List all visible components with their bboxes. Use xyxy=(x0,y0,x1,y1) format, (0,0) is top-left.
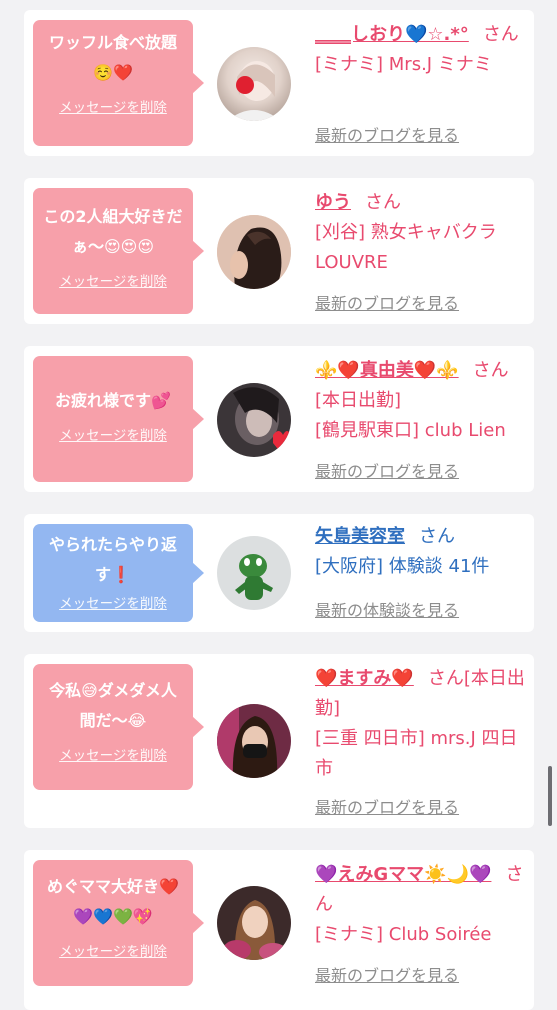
list-item: お疲れ様です💕 メッセージを削除 ⚜️❤️真由美❤️⚜️ さん[本日出勤] [鶴見… xyxy=(24,346,534,492)
list-item: めぐママ大好き❤️💜💙💚💖 メッセージを削除 💜えみGママ☀️🌙💜 さん [ミナミ… xyxy=(24,850,534,1010)
message-text: めぐママ大好き❤️💜💙💚💖 xyxy=(47,877,179,926)
shop-detail: [刈谷] 熟女キャバクラ LOUVRE xyxy=(315,222,497,273)
user-name-link[interactable]: 💜えみGママ☀️🌙💜 xyxy=(315,864,491,885)
user-info: ⚜️❤️真由美❤️⚜️ さん[本日出勤] [鶴見駅東口] club Lien xyxy=(315,356,527,446)
avatar[interactable] xyxy=(217,383,291,457)
message-text: この2人組大好きだぁ〜😍😍😍 xyxy=(43,207,183,256)
shop-detail: [鶴見駅東口] club Lien xyxy=(315,420,506,441)
user-name-link[interactable]: ❤️ますみ❤️ xyxy=(315,668,414,689)
delete-message-link[interactable]: メッセージを削除 xyxy=(59,424,167,444)
honorific: さん xyxy=(482,24,519,45)
scrollbar[interactable] xyxy=(548,766,552,826)
message-bubble: ワッフル食べ放題☺️❤️ メッセージを削除 xyxy=(33,20,204,146)
message-bubble: お疲れ様です💕 メッセージを削除 xyxy=(33,356,204,482)
delete-message-link[interactable]: メッセージを削除 xyxy=(59,592,167,612)
delete-message-link[interactable]: メッセージを削除 xyxy=(59,96,167,116)
avatar[interactable] xyxy=(217,47,291,121)
message-bubble: やられたらやり返す❗️ メッセージを削除 xyxy=(33,524,204,622)
message-text: お疲れ様です💕 xyxy=(55,391,171,410)
avatar[interactable] xyxy=(217,886,291,960)
message-bubble: この2人組大好きだぁ〜😍😍😍 メッセージを削除 xyxy=(33,188,204,314)
avatar[interactable] xyxy=(217,704,291,778)
message-bubble: 今私😅ダメダメ人間だ〜😂 メッセージを削除 xyxy=(33,664,204,790)
message-text: やられたらやり返す❗️ xyxy=(48,535,177,584)
latest-blog-link[interactable]: 最新のブログを見る xyxy=(315,290,459,314)
shop-detail: [大阪府] 体験談 41件 xyxy=(315,556,490,577)
list-item: 今私😅ダメダメ人間だ〜😂 メッセージを削除 ❤️ますみ❤️ さん[本日出勤] [三… xyxy=(24,654,534,828)
user-name-link[interactable]: 矢島美容室 xyxy=(315,526,405,547)
user-info: ❤️ますみ❤️ さん[本日出勤] [三重 四日市] mrs.J 四日市 xyxy=(315,664,527,784)
latest-blog-link[interactable]: 最新のブログを見る xyxy=(315,458,459,482)
latest-blog-link[interactable]: 最新のブログを見る xyxy=(315,794,459,818)
avatar[interactable] xyxy=(217,536,291,610)
delete-message-link[interactable]: メッセージを削除 xyxy=(59,940,167,960)
user-info: ‗‗‗‗しおり💙☆.*° さん [ミナミ] Mrs.J ミナミ xyxy=(315,20,527,80)
delete-message-link[interactable]: メッセージを削除 xyxy=(59,744,167,764)
shop-detail: [三重 四日市] mrs.J 四日市 xyxy=(315,728,518,779)
shop-detail: [ミナミ] Club Soirée xyxy=(315,924,492,945)
user-info: ゆう さん [刈谷] 熟女キャバクラ LOUVRE xyxy=(315,188,527,278)
user-name-link[interactable]: ‗‗‗‗しおり💙☆.*° xyxy=(315,24,469,45)
shop-detail: [ミナミ] Mrs.J ミナミ xyxy=(315,54,492,75)
list-item: この2人組大好きだぁ〜😍😍😍 メッセージを削除 ゆう さん [刈谷] 熟女キャバク… xyxy=(24,178,534,324)
list-item: ワッフル食べ放題☺️❤️ メッセージを削除 ‗‗‗‗しおり� xyxy=(24,10,534,156)
user-info: 矢島美容室 さん [大阪府] 体験談 41件 xyxy=(315,522,527,582)
latest-blog-link[interactable]: 最新のブログを見る xyxy=(315,122,459,146)
honorific: さん xyxy=(419,526,455,547)
latest-blog-link[interactable]: 最新のブログを見る xyxy=(315,962,459,986)
message-text: ワッフル食べ放題☺️❤️ xyxy=(48,33,177,82)
latest-experience-link[interactable]: 最新の体験談を見る xyxy=(315,597,459,621)
delete-message-link[interactable]: メッセージを削除 xyxy=(59,270,167,290)
list-item: やられたらやり返す❗️ メッセージを削除 矢島美容室 さん [大阪府] 体験談 4… xyxy=(24,514,534,632)
avatar[interactable] xyxy=(217,215,291,289)
message-text: 今私😅ダメダメ人間だ〜😂 xyxy=(49,681,177,730)
user-name-link[interactable]: ⚜️❤️真由美❤️⚜️ xyxy=(315,360,459,381)
message-bubble: めぐママ大好き❤️💜💙💚💖 メッセージを削除 xyxy=(33,860,204,986)
user-name-link[interactable]: ゆう xyxy=(315,192,351,213)
honorific: さん xyxy=(365,192,401,213)
user-info: 💜えみGママ☀️🌙💜 さん [ミナミ] Club Soirée xyxy=(315,860,527,950)
